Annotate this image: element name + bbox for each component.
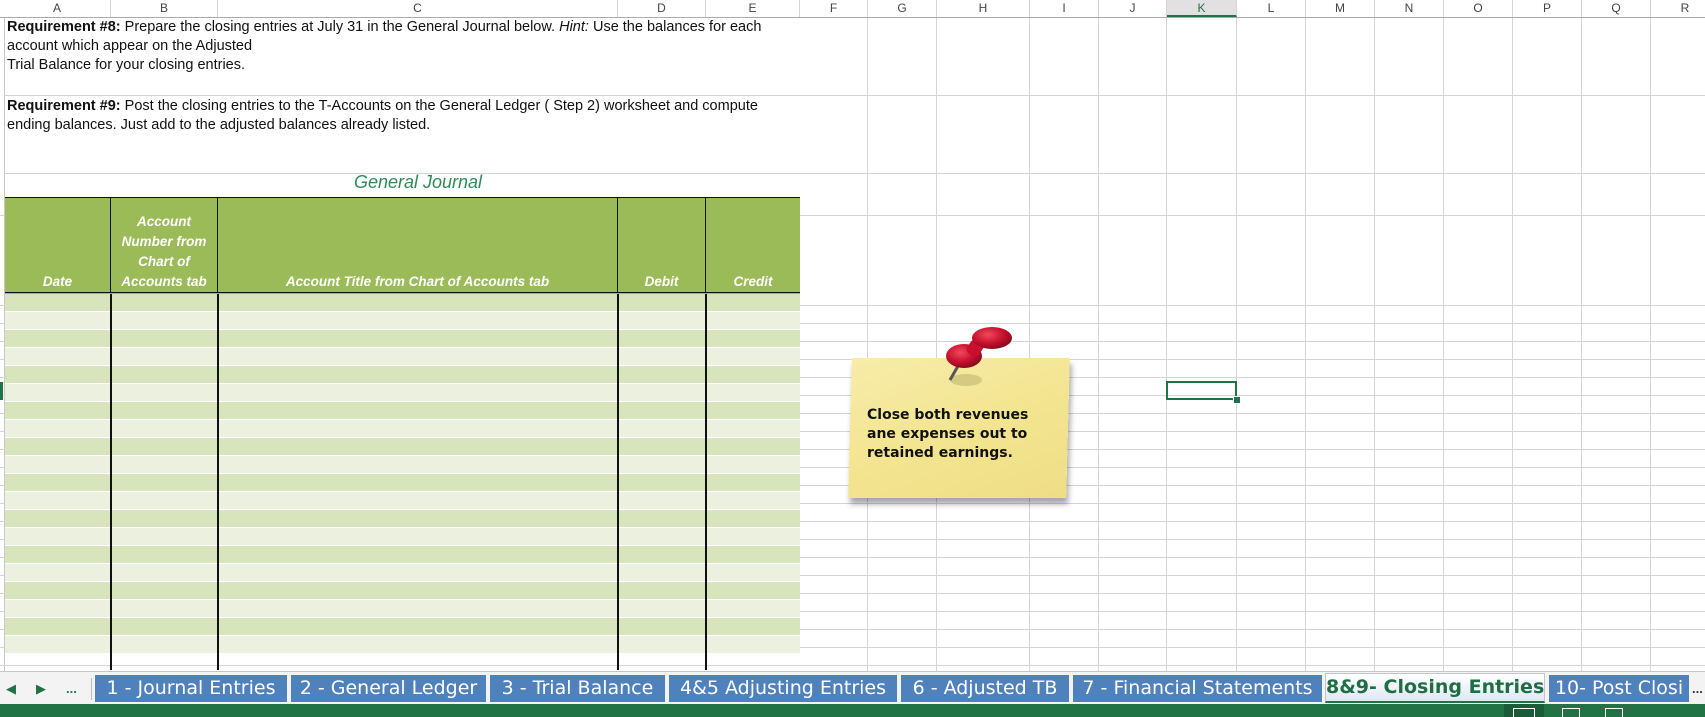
tabs-overflow-indicator[interactable]: ... <box>1692 672 1703 705</box>
gridline-vertical <box>1581 18 1582 671</box>
pushpin-icon <box>946 327 1012 386</box>
sheet-tab-bar: ◀ ▶ ... 1 - Journal Entries 2 - General … <box>0 671 1705 705</box>
tab-trial-balance[interactable]: 3 - Trial Balance <box>490 675 665 702</box>
tab-adjusted-tb[interactable]: 6 - Adjusted TB <box>901 675 1069 702</box>
journal-header: Date Account Number from Chart of Accoun… <box>5 197 800 295</box>
journal-row[interactable] <box>5 456 800 474</box>
journal-row[interactable] <box>5 366 800 384</box>
journal-row[interactable] <box>5 510 800 528</box>
journal-row[interactable] <box>5 582 800 600</box>
column-header-e[interactable]: E <box>706 0 800 17</box>
gridline-horizontal <box>0 665 1705 666</box>
column-header-b[interactable]: B <box>111 0 218 17</box>
gridline-vertical <box>1166 18 1167 671</box>
gridline-vertical <box>1650 18 1651 671</box>
requirement-8-text: Requirement #8: Prepare the closing entr… <box>7 19 762 73</box>
column-header-r[interactable]: R <box>1651 0 1705 17</box>
journal-row[interactable] <box>5 420 800 438</box>
journal-row[interactable] <box>5 474 800 492</box>
journal-row[interactable] <box>5 528 800 546</box>
journal-row[interactable] <box>5 618 800 636</box>
column-header-q[interactable]: Q <box>1582 0 1651 17</box>
column-header-c[interactable]: C <box>218 0 618 17</box>
column-header-f[interactable]: F <box>800 0 868 17</box>
journal-row[interactable] <box>5 546 800 564</box>
tab-scroll-next-button[interactable]: ▶ <box>36 672 46 705</box>
column-header-n[interactable]: N <box>1375 0 1444 17</box>
gridline-vertical <box>1443 18 1444 671</box>
column-header-h[interactable]: H <box>937 0 1030 17</box>
column-border <box>617 294 619 670</box>
column-header-l[interactable]: L <box>1237 0 1306 17</box>
header-date: Date <box>5 198 111 292</box>
tab-post-closing[interactable]: 10- Post Closi <box>1549 675 1689 702</box>
gridline-vertical <box>1236 18 1237 671</box>
column-border <box>217 294 219 670</box>
gridline-vertical <box>867 18 868 671</box>
journal-row[interactable] <box>5 348 800 366</box>
header-account-title: Account Title from Chart of Accounts tab <box>218 198 618 292</box>
gridline-vertical <box>936 18 937 671</box>
tab-adjusting-entries[interactable]: 4&5 Adjusting Entries <box>669 675 897 702</box>
journal-row[interactable] <box>5 402 800 420</box>
journal-row[interactable] <box>5 330 800 348</box>
header-account-number: Account Number from Chart of Accounts ta… <box>111 198 218 292</box>
header-debit: Debit <box>618 198 706 292</box>
column-header-g[interactable]: G <box>868 0 937 17</box>
column-header-d[interactable]: D <box>618 0 706 17</box>
gridline-vertical <box>1098 18 1099 671</box>
selected-cell-k[interactable] <box>1166 381 1237 400</box>
sticky-note-text: Close both revenues ane expenses out to … <box>867 407 1029 461</box>
column-header-o[interactable]: O <box>1444 0 1513 17</box>
column-header-k[interactable]: K <box>1167 0 1237 17</box>
gridline-vertical <box>1374 18 1375 671</box>
gridline-horizontal <box>4 95 1705 96</box>
column-border <box>705 294 707 670</box>
fill-handle[interactable] <box>1233 396 1241 404</box>
requirement-9-label: Requirement #9: <box>7 98 121 114</box>
journal-row[interactable] <box>5 438 800 456</box>
journal-row[interactable] <box>5 600 800 618</box>
normal-view-icon[interactable] <box>1513 708 1535 717</box>
journal-row[interactable] <box>5 636 800 654</box>
header-credit: Credit <box>733 274 773 289</box>
journal-row[interactable] <box>5 294 800 312</box>
column-header-a[interactable]: A <box>4 0 111 17</box>
status-bar <box>0 704 1705 717</box>
column-border <box>110 294 112 670</box>
tab-separator <box>91 678 92 700</box>
requirement-8-label: Requirement #8: <box>7 19 121 35</box>
gridline-vertical <box>1512 18 1513 671</box>
more-tabs-button[interactable]: ... <box>66 672 77 705</box>
page-break-preview-icon[interactable] <box>1605 708 1623 717</box>
tab-closing-entries[interactable]: 8&9- Closing Entries <box>1325 673 1545 703</box>
journal-row[interactable] <box>5 384 800 402</box>
tab-scroll-prev-button[interactable]: ◀ <box>6 672 16 705</box>
journal-row[interactable] <box>5 312 800 330</box>
tab-financial-statements[interactable]: 7 - Financial Statements <box>1073 675 1322 702</box>
general-journal-title: General Journal <box>353 172 483 192</box>
gridline-vertical <box>1305 18 1306 671</box>
page-layout-icon[interactable] <box>1562 708 1580 717</box>
selected-row-indicator <box>0 382 3 400</box>
column-header-p[interactable]: P <box>1513 0 1582 17</box>
column-header-row: ABCDEFGHIJKLMNOPQR <box>0 0 1705 18</box>
tab-journal-entries[interactable]: 1 - Journal Entries <box>95 675 287 702</box>
tab-general-ledger[interactable]: 2 - General Ledger <box>291 675 486 702</box>
column-header-j[interactable]: J <box>1099 0 1167 17</box>
column-header-i[interactable]: I <box>1030 0 1099 17</box>
requirement-9-text: Requirement #9: Post the closing entries… <box>7 98 758 133</box>
hint-label: Hint: <box>559 19 589 35</box>
column-header-m[interactable]: M <box>1306 0 1375 17</box>
journal-row[interactable] <box>5 564 800 582</box>
journal-row[interactable] <box>5 492 800 510</box>
gridline-vertical <box>1029 18 1030 671</box>
